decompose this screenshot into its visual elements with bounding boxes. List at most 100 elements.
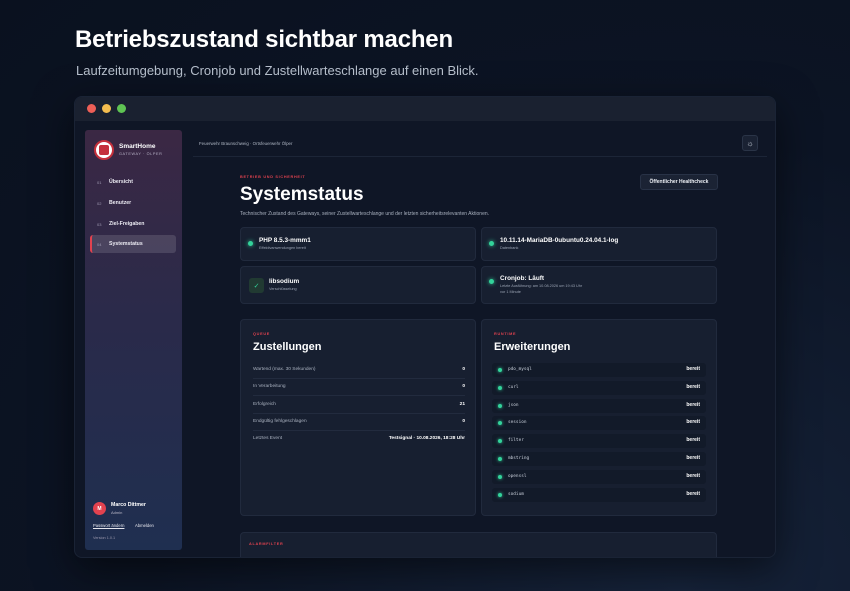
status-ok-icon — [498, 439, 502, 443]
extension-row: pdo_mysql bereit — [492, 363, 706, 377]
queue-row-value: 0 — [462, 419, 465, 424]
status-ok-icon — [489, 241, 494, 246]
alarm-filter-eyebrow: ALARMFILTER — [249, 542, 284, 546]
card-subtitle: Verschlüsselung — [269, 287, 297, 291]
logout-link[interactable]: Abmelden — [135, 523, 154, 528]
sidebar-item-benutzer[interactable]: 02 Benutzer — [90, 194, 176, 212]
extension-row: filter bereit — [492, 434, 706, 448]
breadcrumb: Feuerwehr Braunschweig · Ortsfeuerwehr Ö… — [199, 141, 293, 146]
database-status-card: 10.11.14-MariaDB-0ubuntu0.24.04.1-log Da… — [481, 227, 717, 261]
queue-row-label: Erfolgreich — [253, 402, 276, 407]
public-healthcheck-button[interactable]: Öffentlicher Healthcheck — [640, 174, 718, 190]
alarm-filter-panel: ALARMFILTER — [240, 532, 717, 557]
extension-state: bereit — [686, 366, 700, 372]
extension-row: mbstring bereit — [492, 452, 706, 466]
extension-state: bereit — [686, 473, 700, 479]
queue-row-label: Endgültig fehlgeschlagen — [253, 419, 307, 424]
status-ok-icon — [489, 279, 494, 284]
change-password-link[interactable]: Passwort ändern — [93, 523, 124, 528]
nav-number: 02 — [97, 200, 102, 206]
checkmark-icon: ✓ — [249, 278, 264, 293]
queue-row: Wartend (max. 30 Sekunden) 0 — [253, 367, 465, 375]
minimize-window-button[interactable] — [102, 104, 111, 113]
extension-name: session — [508, 420, 527, 425]
status-ok-icon — [498, 493, 502, 497]
fire-department-logo-icon — [94, 140, 114, 160]
user-role: Admin — [111, 510, 123, 515]
runtime-panel: RUNTIME Erweiterungen pdo_mysql bereit c… — [481, 319, 717, 516]
status-ok-icon — [498, 457, 502, 461]
nav-label: Benutzer — [109, 200, 132, 206]
page-title: Systemstatus — [240, 184, 364, 205]
card-subtitle: vor 1 Minute — [500, 290, 521, 294]
divider — [253, 430, 465, 431]
brand-subtitle: GATEWAY · ÖLPER — [119, 152, 163, 156]
page-eyebrow: BETRIEB UND SICHERHEIT — [240, 175, 306, 179]
nav-label: Übersicht — [109, 179, 133, 185]
card-title: 10.11.14-MariaDB-0ubuntu0.24.04.1-log — [500, 237, 619, 244]
queue-row: Letztes Event Testsignal · 10.08.2026, 1… — [253, 436, 465, 444]
theme-toggle-button[interactable]: ☼ — [742, 135, 758, 151]
extension-state: bereit — [686, 419, 700, 425]
queue-row-label: Wartend (max. 30 Sekunden) — [253, 367, 316, 372]
nav-label: Ziel-Freigaben — [109, 221, 145, 227]
nav-label: Systemstatus — [109, 241, 143, 247]
queue-panel: QUEUE Zustellungen Wartend (max. 30 Seku… — [240, 319, 476, 516]
extension-row: openssl bereit — [492, 470, 706, 484]
queue-row-value: 0 — [462, 367, 465, 372]
maximize-window-button[interactable] — [117, 104, 126, 113]
card-subtitle: Effektivanwendungen bereit — [259, 246, 306, 250]
sidebar-item-uebersicht[interactable]: 01 Übersicht — [90, 173, 176, 191]
extension-row: json bereit — [492, 399, 706, 413]
status-ok-icon — [498, 368, 502, 372]
sidebar-item-systemstatus[interactable]: 04 Systemstatus — [90, 235, 176, 253]
nav-number: 03 — [97, 221, 102, 227]
status-ok-icon — [498, 421, 502, 425]
extension-state: bereit — [686, 437, 700, 443]
sidebar: SmartHome GATEWAY · ÖLPER 01 Übersicht 0… — [85, 130, 182, 550]
extension-name: curl — [508, 385, 519, 390]
divider — [253, 413, 465, 414]
nav-number: 01 — [97, 179, 102, 185]
extension-state: bereit — [686, 455, 700, 461]
extension-state: bereit — [686, 384, 700, 390]
queue-row: In Verarbeitung 0 — [253, 384, 465, 392]
app-window: SmartHome GATEWAY · ÖLPER 01 Übersicht 0… — [74, 96, 776, 558]
divider — [253, 395, 465, 396]
extension-name: pdo_mysql — [508, 367, 532, 372]
sidebar-item-ziel-freigaben[interactable]: 03 Ziel-Freigaben — [90, 215, 176, 233]
sun-icon: ☼ — [746, 138, 754, 148]
hero-title: Betriebszustand sichtbar machen — [75, 26, 453, 53]
cronjob-status-card: Cronjob: Läuft Letzte Ausführung: am 10.… — [481, 266, 717, 304]
card-subtitle: Datenbank — [500, 246, 519, 250]
extension-name: mbstring — [508, 456, 530, 461]
runtime-eyebrow: RUNTIME — [494, 332, 517, 336]
queue-row: Erfolgreich 21 — [253, 402, 465, 410]
card-subtitle: Letzte Ausführung: am 10.08.2026 um 19:4… — [500, 284, 583, 288]
queue-row-value: 0 — [462, 384, 465, 389]
status-ok-icon — [498, 475, 502, 479]
queue-row-label: In Verarbeitung — [253, 384, 286, 389]
divider — [193, 156, 767, 157]
queue-row-value: Testsignal · 10.08.2026, 18:28 Uhr — [388, 436, 465, 441]
avatar: M — [93, 502, 106, 515]
card-title: libsodium — [269, 278, 300, 285]
extension-name: filter — [508, 438, 524, 443]
close-window-button[interactable] — [87, 104, 96, 113]
hero-subtitle: Laufzeitumgebung, Cronjob und Zustellwar… — [76, 63, 479, 78]
status-ok-icon — [498, 404, 502, 408]
extension-state: bereit — [686, 402, 700, 408]
extension-name: openssl — [508, 474, 527, 479]
version-label: Version 1.0.1 — [93, 536, 116, 540]
extension-row: sodium bereit — [492, 488, 706, 502]
card-title: Cronjob: Läuft — [500, 275, 545, 282]
brand-name: SmartHome — [119, 143, 156, 150]
extension-state: bereit — [686, 491, 700, 497]
queue-row-value: 21 — [459, 402, 465, 407]
page-description: Technischer Zustand des Gateways, seiner… — [240, 211, 490, 217]
queue-row-label: Letztes Event — [253, 436, 283, 441]
extension-row: curl bereit — [492, 381, 706, 395]
status-ok-icon — [248, 241, 253, 246]
runtime-title: Erweiterungen — [494, 341, 571, 353]
card-title: PHP 8.5.3-mmm1 — [259, 237, 311, 244]
